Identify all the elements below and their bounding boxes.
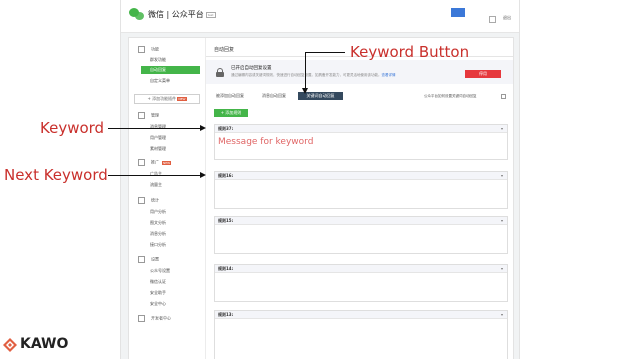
rule-header[interactable]: 规则13: ▾ [215,311,507,319]
sidebar-section-function: 功能 [138,46,159,53]
rule-title: 规则37: [218,126,234,131]
sidebar-section-manage: 管理 [138,112,159,119]
sidebar-item-materials[interactable]: 素材管理 [150,146,166,152]
annotation-keyword-button: Keyword Button [350,43,470,61]
chevron-down-icon[interactable]: ▾ [501,266,503,271]
logout-link[interactable]: 退出 [503,15,511,21]
message-icon [138,112,145,119]
arrow-line [305,52,345,53]
sidebar-item-mass-send[interactable]: 群发功能 [150,57,166,63]
sidebar-section-promo: 推广 NEW [138,159,172,166]
rule-header[interactable]: 规则14: ▾ [215,265,507,273]
lock-icon [216,68,224,77]
grid-icon [138,46,145,53]
sidebar-section-settings: 设置 [138,256,159,263]
arrow-down-icon [302,88,308,94]
sidebar-item-api-analytics[interactable]: 接口分析 [150,242,166,248]
rule-header[interactable]: 规则37: ▾ [215,125,507,133]
details-link[interactable]: 查看详情 [382,73,396,77]
megaphone-icon [138,159,145,166]
notice-description: 通过编辑内容或关键词规则，快速进行自动回复设置。如具备开发能力，可更灵活地使用该… [231,73,396,77]
sidebar-item-messages[interactable]: 消息管理 [150,124,166,130]
rule-title: 规则13: [218,312,234,317]
rule-card[interactable]: 规则37: ▾ Message for keyword [214,124,508,160]
keyword-setting-label: 公众平台如何设置关键词自动回复 [424,94,477,98]
sidebar-item-verification[interactable]: 微信认证 [150,279,166,285]
rule-header[interactable]: 规则15: ▾ [215,217,507,225]
rule-card[interactable]: 规则13: ▾ [214,310,508,359]
sidebar-item-traffic[interactable]: 流量主 [150,182,162,188]
top-bar: 微信 | 公众平台 test 退出 [121,0,519,33]
sidebar-item-article-analytics[interactable]: 图文分析 [150,220,166,226]
kawo-wordmark: KAWO [20,336,69,352]
avatar[interactable] [451,8,465,17]
sidebar-item-message-analytics[interactable]: 消息分析 [150,231,166,237]
sidebar-section-stats: 统计 [138,197,159,204]
rule-card[interactable]: 规则14: ▾ [214,264,508,302]
sidebar: 功能 群发功能 自动回复 自定义菜单 + 添加功能插件 NEW 管理 消息管理 … [129,38,206,359]
annotation-keyword: Keyword [40,119,105,137]
annotation-next-keyword: Next Keyword [4,166,108,184]
new-badge: NEW [177,97,187,101]
sidebar-item-auto-reply[interactable]: 自动回复 [141,66,200,74]
main-panel: 自动回复 已开启自动回复设置 通过编辑内容或关键词规则，快速进行自动回复设置。如… [206,38,513,359]
chevron-down-icon[interactable]: ▾ [501,173,503,178]
sidebar-item-security-assistant[interactable]: 安全助手 [150,290,166,296]
arrow-right-icon [200,125,206,131]
disable-button[interactable]: 停用 [465,70,501,78]
sidebar-item-security-center[interactable]: 安全中心 [150,301,166,307]
arrow-line [305,52,306,89]
sidebar-section-developer[interactable]: 开发者中心 [138,315,171,322]
page-title: 自动回复 [214,47,235,53]
rule-header[interactable]: 规则16: ▾ [215,172,507,180]
rule-title: 规则16: [218,173,234,178]
brand-tag: test [205,11,216,18]
wechat-logo-icon [129,8,144,20]
chevron-down-icon[interactable]: ▾ [501,218,503,223]
tab-added-reply[interactable]: 被添加自动回复 [216,92,258,100]
page: 微信 | 公众平台 test 退出 功能 群发功能 自动回复 自定义菜单 + 添加… [0,0,638,359]
rule-card[interactable]: 规则16: ▾ [214,171,508,209]
keyword-setting-checkbox[interactable] [501,94,506,99]
arrow-line [108,128,202,129]
brand-title: 微信 | 公众平台 test [148,9,216,20]
chevron-down-icon[interactable]: ▾ [501,312,503,317]
arrow-line [108,175,202,176]
content-card: 功能 群发功能 自动回复 自定义菜单 + 添加功能插件 NEW 管理 消息管理 … [128,37,514,359]
rule-title: 规则15: [218,218,234,223]
add-rule-button[interactable]: + 添加规则 [214,109,248,117]
rule-card[interactable]: 规则15: ▾ [214,216,508,254]
notice-title: 已开启自动回复设置 [231,66,272,71]
chevron-down-icon[interactable]: ▾ [501,126,503,131]
sidebar-item-users[interactable]: 用户管理 [150,135,166,141]
kawo-mark-icon [3,338,17,352]
auto-reply-notice: 已开启自动回复设置 通过编辑内容或关键词规则，快速进行自动回复设置。如具备开发能… [206,60,513,84]
stats-icon [138,197,145,204]
add-plugin-button[interactable]: + 添加功能插件 NEW [134,94,200,104]
keyword-message: Message for keyword [218,137,314,147]
arrow-right-icon [200,172,206,178]
rule-title: 规则14: [218,266,234,271]
notification-icon[interactable] [489,16,496,23]
new-badge: NEW [162,160,172,165]
gear-icon [138,256,145,263]
person-icon [138,315,145,322]
brand-name: 微信 | 公众平台 [148,10,204,19]
sidebar-item-user-analytics[interactable]: 用户分析 [150,209,166,215]
sidebar-item-advertiser[interactable]: 广告主 [150,171,162,177]
sidebar-item-custom-menu[interactable]: 自定义菜单 [150,78,170,84]
sidebar-item-account-settings[interactable]: 公众号设置 [150,268,170,274]
